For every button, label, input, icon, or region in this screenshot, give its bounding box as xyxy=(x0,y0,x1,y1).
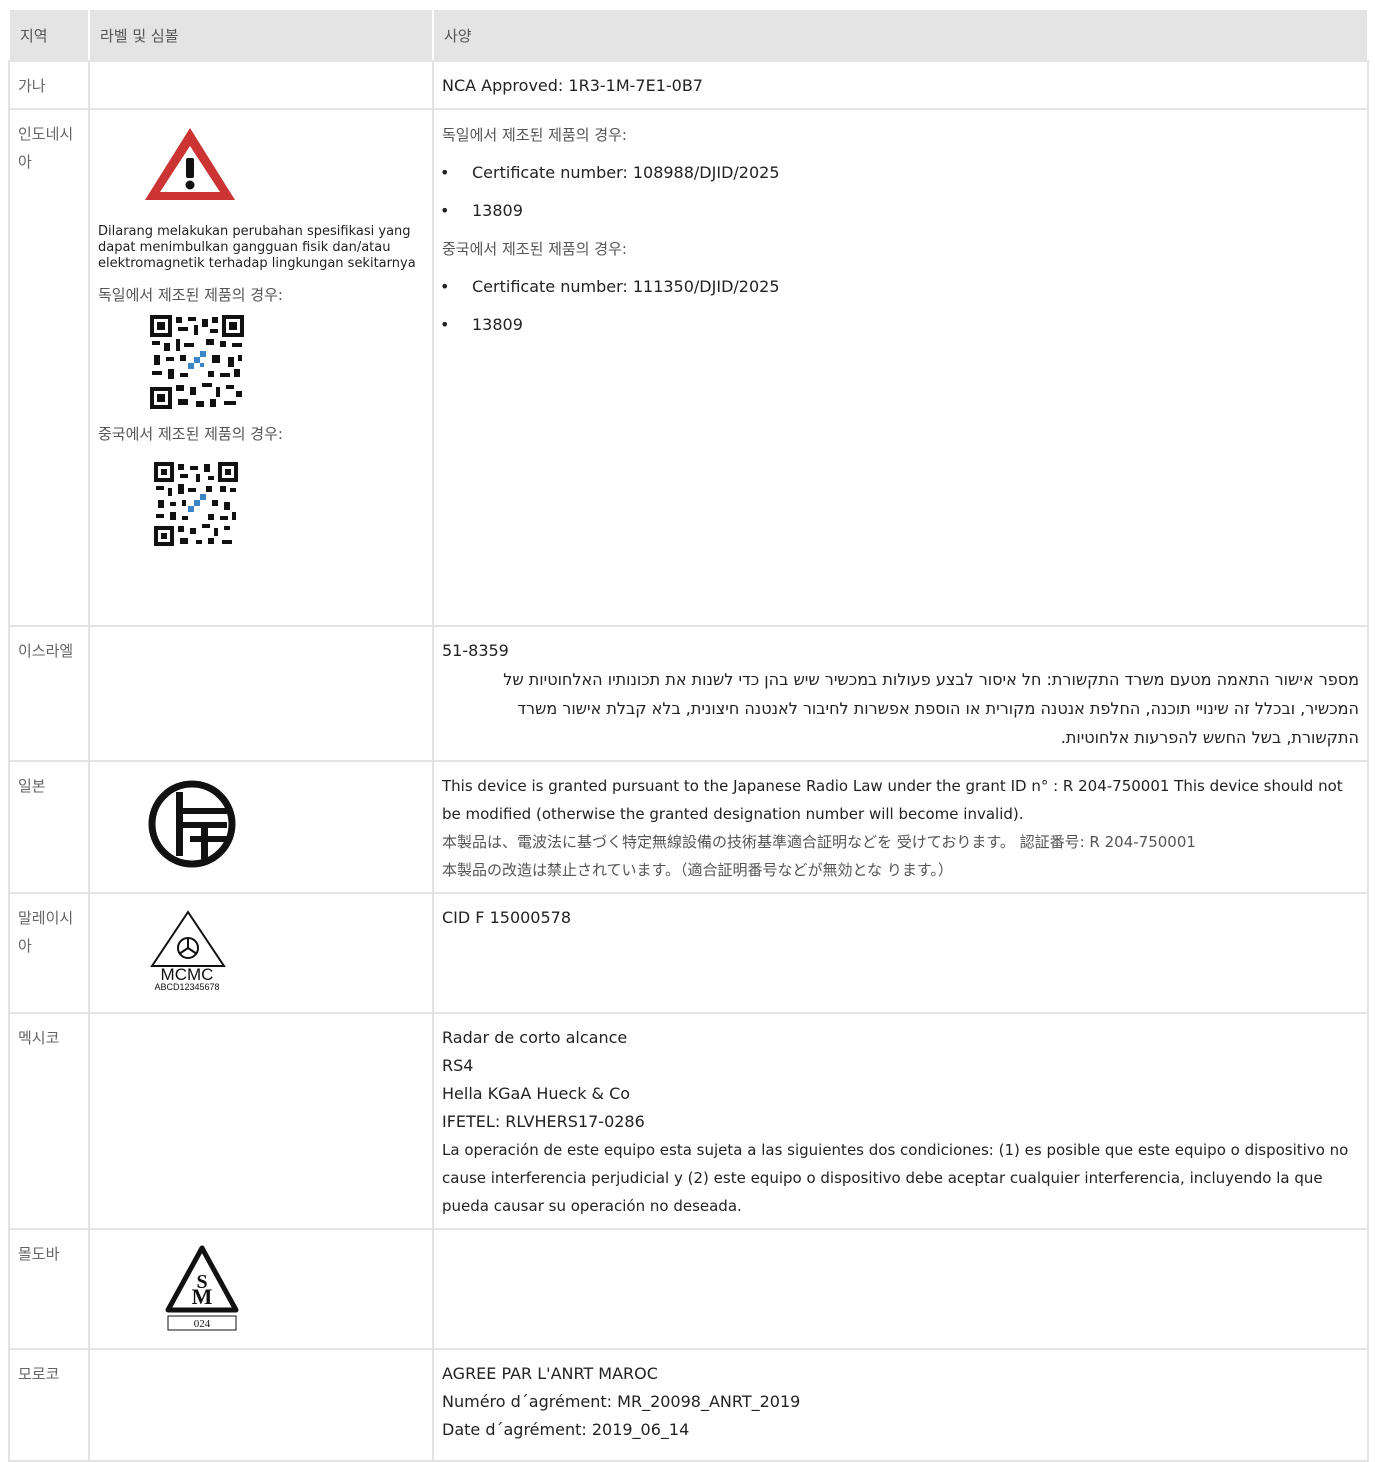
spec-morocco: AGREE PAR L'ANRT MAROC Numéro d´agrément… xyxy=(432,1348,1369,1462)
table-row: 가나 NCA Approved: 1R3-1M-7E1-0B7 xyxy=(8,60,1369,110)
label-cell-mexico xyxy=(88,1012,434,1230)
spec-israel: 51-8359 מספר אישור התאמה מטעם משרד התקשו… xyxy=(432,625,1369,762)
mcmc-logo-icon: MCMC ABCD12345678 xyxy=(150,910,226,992)
moldova-sm-mark-icon: S M 024 xyxy=(165,1245,239,1331)
region-indonesia: 인도네시아 xyxy=(8,108,90,627)
spec-ghana: NCA Approved: 1R3-1M-7E1-0B7 xyxy=(432,60,1369,110)
table-row: 몰도바 S M 024 xyxy=(8,1228,1369,1350)
spec-japan: This device is granted pursuant to the J… xyxy=(432,760,1369,894)
table-row: 멕시코 Radar de corto alcance RS4 Hella KGa… xyxy=(8,1012,1369,1230)
table-row: 이스라엘 51-8359 מספר אישור התאמה מטעם משרד … xyxy=(8,625,1369,762)
spec-germany-num: 13809 xyxy=(440,192,1359,230)
label-cell-japan xyxy=(88,760,434,894)
spec-indonesia: 독일에서 제조된 제품의 경우: Certificate number: 108… xyxy=(432,108,1369,627)
label-cell-ghana xyxy=(88,60,434,110)
spec-china-num: 13809 xyxy=(440,306,1359,344)
mexico-line-1: Radar de corto alcance xyxy=(442,1028,628,1047)
svg-text:M: M xyxy=(192,1284,213,1309)
morocco-line-1: AGREE PAR L'ANRT MAROC xyxy=(442,1364,658,1383)
header-region: 지역 xyxy=(10,10,88,60)
warning-triangle-icon xyxy=(145,128,235,200)
morocco-line-3: Date d´agrément: 2019_06_14 xyxy=(442,1420,690,1439)
mcmc-logo-code: ABCD12345678 xyxy=(154,982,219,992)
certification-table: 지역 라벨 및 심볼 사양 가나 NCA Approved: 1R3-1M-7E… xyxy=(8,8,1369,1462)
table-row: 일본 This device is granted pursuant to th… xyxy=(8,760,1369,894)
label-cell-morocco xyxy=(88,1348,434,1462)
label-china: 중국에서 제조된 제품의 경우: xyxy=(98,425,283,443)
qr-code-germany-icon xyxy=(150,315,244,409)
japan-giteki-mark-icon xyxy=(148,780,236,868)
region-japan: 일본 xyxy=(8,760,90,894)
japan-jp-text-2: 本製品の改造は禁止されています。（適合証明番号などが無効とな ります。） xyxy=(442,861,953,879)
israel-number: 51-8359 xyxy=(442,641,509,660)
table-header-row: 지역 라벨 및 심볼 사양 xyxy=(10,10,1367,60)
warning-text: Dilarang melakukan perubahan spesifikasi… xyxy=(98,224,416,271)
label-cell-indonesia: Dilarang melakukan perubahan spesifikasi… xyxy=(88,108,434,627)
qr-code-china-icon xyxy=(154,462,238,546)
label-cell-moldova: S M 024 xyxy=(88,1228,434,1350)
region-israel: 이스라엘 xyxy=(8,625,90,762)
region-moldova: 몰도바 xyxy=(8,1228,90,1350)
israel-text: מספר אישור התאמה מטעם משרד התקשורת: חל א… xyxy=(503,670,1359,747)
region-ghana: 가나 xyxy=(8,60,90,110)
mexico-line-5: La operación de este equipo esta sujeta … xyxy=(442,1141,1349,1215)
region-malaysia: 말레이시아 xyxy=(8,892,90,1014)
mexico-line-2: RS4 xyxy=(442,1056,474,1075)
morocco-line-2: Numéro d´agrément: MR_20098_ANRT_2019 xyxy=(442,1392,801,1411)
region-mexico: 멕시코 xyxy=(8,1012,90,1230)
japan-en-text: This device is granted pursuant to the J… xyxy=(442,777,1343,823)
spec-germany-cert: Certificate number: 108988/DJID/2025 xyxy=(440,154,1359,192)
spec-germany-heading: 독일에서 제조된 제품의 경우: xyxy=(442,126,627,144)
label-cell-malaysia: MCMC ABCD12345678 xyxy=(88,892,434,1014)
mexico-line-3: Hella KGaA Hueck & Co xyxy=(442,1084,631,1103)
label-germany: 독일에서 제조된 제품의 경우: xyxy=(98,286,283,304)
spec-moldova xyxy=(432,1228,1369,1350)
header-spec: 사양 xyxy=(434,10,1367,60)
table-row: 모로코 AGREE PAR L'ANRT MAROC Numéro d´agré… xyxy=(8,1348,1369,1462)
region-morocco: 모로코 xyxy=(8,1348,90,1462)
spec-mexico: Radar de corto alcance RS4 Hella KGaA Hu… xyxy=(432,1012,1369,1230)
spec-malaysia: CID F 15000578 xyxy=(432,892,1369,1014)
moldova-logo-code: 024 xyxy=(194,1318,211,1330)
table-row: 말레이시아 MCMC ABCD12345678 CID F 15000578 xyxy=(8,892,1369,1014)
spec-china-heading: 중국에서 제조된 제품의 경우: xyxy=(442,240,627,258)
mexico-line-4: IFETEL: RLVHERS17-0286 xyxy=(442,1112,645,1131)
spec-china-cert: Certificate number: 111350/DJID/2025 xyxy=(440,268,1359,306)
header-label: 라벨 및 심볼 xyxy=(90,10,432,60)
table-row: 인도네시아 Dilarang melakukan perubahan spesi… xyxy=(8,108,1369,627)
japan-jp-text-1: 本製品は、電波法に基づく特定無線設備の技術基準適合証明などを 受けております。 … xyxy=(442,833,1196,851)
label-cell-israel xyxy=(88,625,434,762)
